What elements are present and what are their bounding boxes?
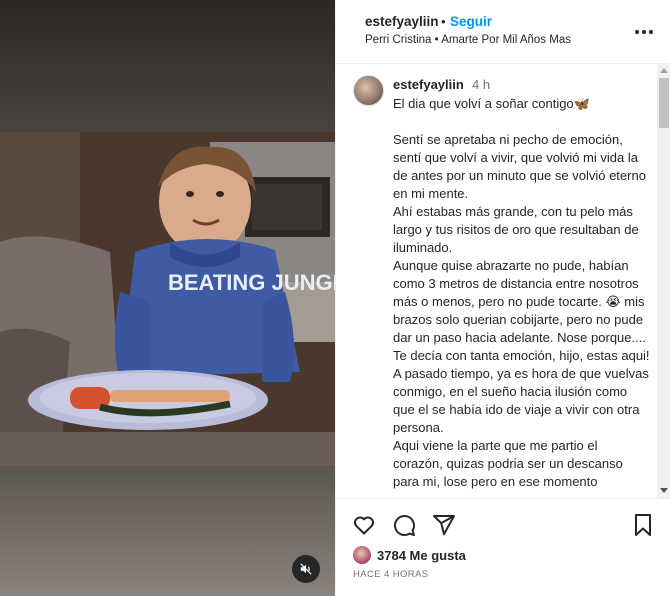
scroll-up-icon[interactable]: [660, 68, 668, 73]
speaker-muted-icon[interactable]: [292, 555, 320, 583]
header-username[interactable]: estefyayliin: [365, 14, 439, 29]
post-media[interactable]: BEATING JUNGLE: [0, 0, 335, 596]
follow-button[interactable]: Seguir: [450, 14, 492, 29]
post-header: estefyayliin • Seguir Perri Cristina • A…: [336, 0, 670, 64]
likes-row[interactable]: 3784 Me gusta: [353, 545, 466, 565]
caption-scrollbar[interactable]: [657, 64, 670, 498]
header-separator: •: [441, 14, 446, 29]
caption-text: El dia que volví a soñar contigo🦋 Sentí …: [393, 96, 650, 489]
caption-area[interactable]: estefyayliin 4 h El dia que volví a soña…: [336, 64, 670, 498]
bookmark-icon[interactable]: [630, 512, 656, 538]
post-sidebar: estefyayliin • Seguir Perri Cristina • A…: [335, 0, 670, 596]
media-blur-bottom: [0, 466, 335, 596]
heart-icon[interactable]: [351, 512, 377, 538]
post-timestamp: HACE 4 HORAS: [353, 569, 429, 580]
audio-track-link[interactable]: Perri Cristina • Amarte Por Mil Años Mas: [365, 34, 571, 46]
post-photo[interactable]: BEATING JUNGLE: [0, 132, 335, 466]
avatar[interactable]: [353, 75, 384, 106]
comment-icon[interactable]: [391, 512, 417, 538]
shirt-print: BEATING JUNGLE: [168, 270, 335, 295]
more-options-icon[interactable]: [632, 20, 656, 44]
share-icon[interactable]: [431, 512, 457, 538]
likes-count[interactable]: 3784 Me gusta: [377, 548, 466, 563]
liker-avatar: [353, 546, 371, 564]
caption-time[interactable]: 4 h: [472, 77, 490, 92]
caption-username[interactable]: estefyayliin: [393, 77, 464, 92]
photo-illustration: BEATING JUNGLE: [0, 132, 335, 466]
post-actions: 3784 Me gusta HACE 4 HORAS: [336, 498, 670, 596]
media-blur-top: [0, 0, 335, 132]
scrollbar-thumb[interactable]: [659, 78, 669, 128]
scroll-down-icon[interactable]: [660, 488, 668, 493]
